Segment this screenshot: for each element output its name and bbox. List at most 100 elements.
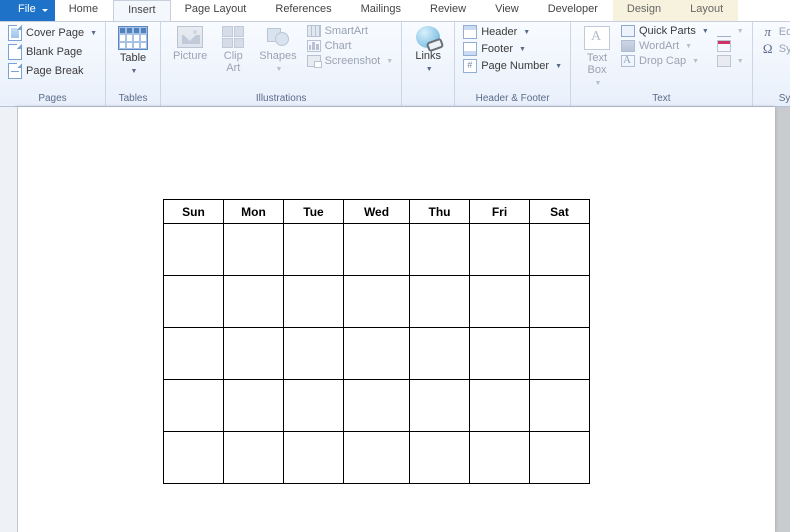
tab-review[interactable]: Review (416, 0, 481, 21)
smartart-button[interactable]: SmartArt (305, 24, 396, 38)
chevron-down-icon: ▼ (90, 30, 97, 37)
ribbon-tabs: File Home Insert Page Layout References … (0, 0, 790, 22)
chevron-down-icon: ▼ (523, 29, 530, 36)
chart-icon (307, 40, 321, 52)
links-button[interactable]: Links▼ (408, 24, 448, 78)
calendar-cell[interactable] (344, 380, 410, 432)
footer-button[interactable]: Footer ▼ (461, 41, 564, 57)
calendar-cell[interactable] (530, 328, 590, 380)
calendar-cell[interactable] (470, 380, 530, 432)
calendar-cell[interactable] (224, 380, 284, 432)
tab-home[interactable]: Home (55, 0, 113, 21)
smartart-label: SmartArt (325, 25, 368, 37)
calendar-cell[interactable] (410, 432, 470, 484)
quick-parts-button[interactable]: Quick Parts ▼ (619, 24, 711, 38)
date-time-icon (717, 40, 731, 52)
calendar-cell[interactable] (470, 432, 530, 484)
signature-icon (717, 25, 731, 37)
calendar-cell[interactable] (470, 224, 530, 276)
tab-view[interactable]: View (481, 0, 534, 21)
chevron-down-icon: ▼ (519, 46, 526, 53)
screenshot-button[interactable]: Screenshot ▼ (305, 54, 396, 68)
table-label: Table (120, 52, 146, 64)
group-header-footer-label: Header & Footer (461, 92, 564, 106)
calendar-cell[interactable] (164, 328, 224, 380)
chart-button[interactable]: Chart (305, 39, 396, 53)
calendar-header-sat[interactable]: Sat (530, 200, 590, 224)
header-button[interactable]: Header ▼ (461, 24, 564, 40)
calendar-row (164, 380, 590, 432)
table-button[interactable]: Table▼ (112, 24, 154, 80)
calendar-header-mon[interactable]: Mon (224, 200, 284, 224)
calendar-cell[interactable] (164, 380, 224, 432)
shapes-button[interactable]: Shapes▼ (253, 24, 302, 78)
page-break-label: Page Break (26, 65, 83, 77)
calendar-header-tue[interactable]: Tue (284, 200, 344, 224)
tab-references[interactable]: References (261, 0, 346, 21)
calendar-table[interactable]: Sun Mon Tue Wed Thu Fri Sat (163, 199, 590, 484)
calendar-cell[interactable] (410, 380, 470, 432)
page-break-button[interactable]: Page Break (6, 62, 99, 80)
calendar-row (164, 276, 590, 328)
object-button[interactable]: ▼ (715, 54, 746, 68)
clip-art-icon (222, 26, 244, 48)
document-page[interactable]: Sun Mon Tue Wed Thu Fri Sat (15, 107, 775, 532)
calendar-header-row: Sun Mon Tue Wed Thu Fri Sat (164, 200, 590, 224)
tab-insert[interactable]: Insert (113, 0, 171, 21)
calendar-header-fri[interactable]: Fri (470, 200, 530, 224)
tab-developer[interactable]: Developer (534, 0, 613, 21)
clip-art-button[interactable]: ClipArt (213, 24, 253, 76)
picture-button[interactable]: Picture (167, 24, 213, 64)
vertical-ruler[interactable] (0, 107, 18, 532)
calendar-cell[interactable] (284, 432, 344, 484)
calendar-cell[interactable] (344, 276, 410, 328)
calendar-cell[interactable] (284, 224, 344, 276)
calendar-cell[interactable] (164, 224, 224, 276)
calendar-cell[interactable] (284, 276, 344, 328)
signature-line-button[interactable]: ▼ (715, 24, 746, 38)
chart-label: Chart (325, 40, 352, 52)
calendar-cell[interactable] (410, 224, 470, 276)
calendar-header-sun[interactable]: Sun (164, 200, 224, 224)
calendar-cell[interactable] (530, 380, 590, 432)
calendar-cell[interactable] (224, 432, 284, 484)
calendar-cell[interactable] (224, 276, 284, 328)
drop-cap-button[interactable]: Drop Cap ▼ (619, 54, 711, 68)
calendar-cell[interactable] (470, 276, 530, 328)
calendar-cell[interactable] (410, 276, 470, 328)
calendar-cell[interactable] (164, 432, 224, 484)
calendar-cell[interactable] (284, 328, 344, 380)
calendar-cell[interactable] (344, 432, 410, 484)
tab-layout[interactable]: Layout (676, 0, 738, 21)
equation-button[interactable]: π Equation ▼ (759, 24, 790, 40)
symbol-button[interactable]: Ω Symbol ▼ (759, 41, 790, 57)
calendar-cell[interactable] (470, 328, 530, 380)
group-header-footer: Header ▼ Footer ▼ Page Number ▼ Header &… (455, 22, 571, 106)
calendar-cell[interactable] (530, 224, 590, 276)
calendar-header-thu[interactable]: Thu (410, 200, 470, 224)
tab-file[interactable]: File (0, 0, 55, 21)
blank-page-button[interactable]: Blank Page (6, 43, 99, 61)
calendar-cell[interactable] (224, 328, 284, 380)
cover-page-button[interactable]: Cover Page ▼ (6, 24, 99, 42)
page-number-button[interactable]: Page Number ▼ (461, 58, 564, 74)
tab-page-layout[interactable]: Page Layout (171, 0, 262, 21)
calendar-cell[interactable] (344, 224, 410, 276)
calendar-cell[interactable] (224, 224, 284, 276)
calendar-cell[interactable] (344, 328, 410, 380)
calendar-cell[interactable] (530, 432, 590, 484)
wordart-icon (621, 40, 635, 52)
calendar-cell[interactable] (284, 380, 344, 432)
wordart-button[interactable]: WordArt ▼ (619, 39, 711, 53)
calendar-cell[interactable] (530, 276, 590, 328)
tab-mailings[interactable]: Mailings (347, 0, 416, 21)
tab-design[interactable]: Design (613, 0, 676, 21)
text-box-button[interactable]: TextBox ▼ (577, 24, 617, 92)
calendar-cell[interactable] (410, 328, 470, 380)
chevron-down-icon: ▼ (737, 28, 744, 35)
calendar-cell[interactable] (164, 276, 224, 328)
date-time-button[interactable] (715, 39, 746, 53)
calendar-header-wed[interactable]: Wed (344, 200, 410, 224)
chevron-down-icon: ▼ (702, 28, 709, 35)
group-illustrations-label: Illustrations (167, 92, 395, 106)
